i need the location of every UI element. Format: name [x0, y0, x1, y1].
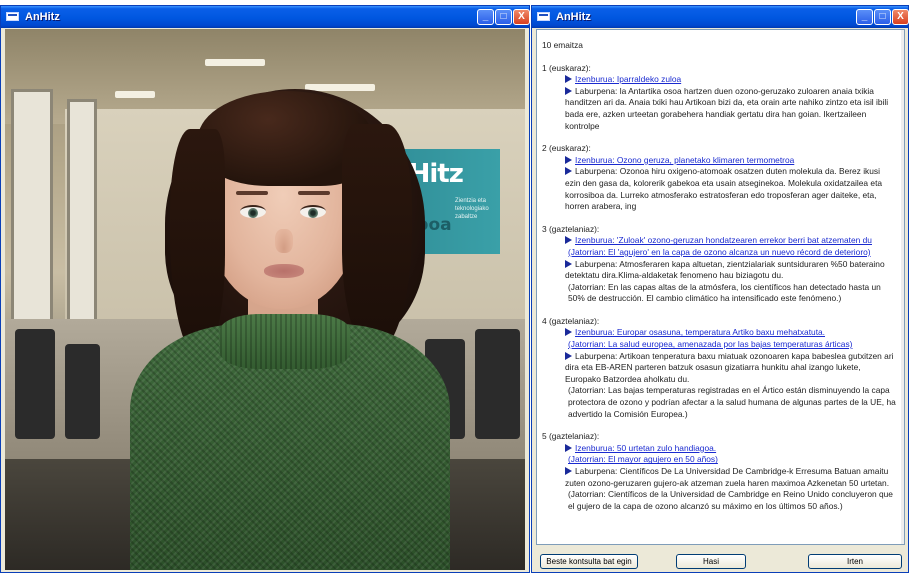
- room-window: [67, 99, 97, 329]
- maximize-button[interactable]: □: [495, 9, 512, 25]
- avatar-character: [130, 69, 450, 570]
- ceiling-light: [205, 59, 265, 66]
- new-query-button[interactable]: Beste kontsulta bat egin: [540, 554, 638, 569]
- result-heading: 4 (gaztelaniaz):: [542, 315, 600, 326]
- result-summary-original: (Jatorrian: Científicos de la Universida…: [568, 489, 893, 511]
- result-summary-original: (Jatorrian: Las bajas temperaturas regis…: [568, 385, 896, 419]
- window-app-icon: [6, 12, 19, 21]
- result-summary-original: (Jatorrian: En las capas altas de la atm…: [568, 281, 881, 304]
- result-summary: Laburpena: Ozonoa hiru oxigeno-atomoak o…: [565, 166, 883, 212]
- bullet-triangle-icon: [565, 328, 572, 337]
- result-title-link[interactable]: Izenburua: Europar osasuna, temperatura …: [575, 327, 825, 337]
- result-item: 5 (gaztelaniaz): Izenburua: 50 urtetan z…: [542, 431, 897, 512]
- result-heading: 1 (euskaraz):: [542, 62, 591, 73]
- bullet-triangle-icon: [565, 86, 572, 95]
- close-button[interactable]: X: [513, 9, 530, 25]
- avatar-nose: [275, 229, 293, 253]
- result-summary: Laburpena: Artikoan tenperatura baxu mia…: [565, 350, 894, 384]
- results-window-title: AnHitz: [556, 11, 591, 23]
- avatar-left-eye: [240, 205, 266, 218]
- result-title-link[interactable]: Izenburua: Iparraldeko zuloa: [575, 74, 681, 84]
- result-heading: 2 (euskaraz):: [542, 143, 591, 154]
- bullet-triangle-icon: [565, 155, 572, 164]
- result-item: 2 (euskaraz): Izenburua: Ozono geruza, p…: [542, 143, 897, 213]
- bullet-triangle-icon: [565, 75, 572, 84]
- avatar-3d-viewport[interactable]: AnHitz Zientzia eta teknologiako zabaltz…: [5, 29, 525, 570]
- chair: [65, 344, 100, 439]
- result-summary: Laburpena: Científicos De La Universidad…: [565, 466, 890, 488]
- room-window: [11, 89, 53, 349]
- result-title-original-link[interactable]: (Jatorrian: La salud europea, amenazada …: [568, 339, 852, 349]
- result-item: 3 (gaztelaniaz): Izenburua: 'Zuloak' ozo…: [542, 224, 897, 305]
- avatar-collar: [220, 314, 350, 369]
- minimize-button[interactable]: _: [477, 9, 494, 25]
- result-title-link[interactable]: Izenburua: 'Zuloak' ozono-geruzan hondat…: [575, 235, 872, 245]
- result-heading: 3 (gaztelaniaz):: [542, 223, 600, 234]
- result-title-link[interactable]: Izenburua: Ozono geruza, planetako klima…: [575, 155, 794, 165]
- avatar-left-brow: [236, 191, 268, 195]
- result-heading: 5 (gaztelaniaz):: [542, 431, 600, 442]
- chair: [15, 329, 55, 439]
- results-window-titlebar[interactable]: AnHitz _ □ X: [532, 6, 909, 28]
- result-title-link[interactable]: Izenburua: 50 urtetan zulo handiagoa.: [575, 443, 716, 453]
- bullet-triangle-icon: [565, 259, 572, 268]
- window-app-icon: [537, 12, 550, 21]
- maximize-button[interactable]: □: [874, 9, 891, 25]
- bullet-triangle-icon: [565, 167, 572, 176]
- bullet-triangle-icon: [565, 467, 572, 475]
- bullet-triangle-icon: [565, 236, 572, 245]
- results-panel[interactable]: 10 emaitza 1 (euskaraz): Izenburua: Ipar…: [536, 29, 905, 545]
- result-title-original-link[interactable]: (Jatorrian: El mayor agujero en 50 años): [568, 454, 718, 464]
- results-count: 10 emaitza: [542, 40, 583, 50]
- bullet-triangle-icon: [565, 443, 572, 452]
- avatar-window: AnHitz _ □ X AnHitz Zientzia eta teknolo…: [0, 5, 530, 573]
- results-scrollbar[interactable]: [901, 30, 904, 544]
- close-button[interactable]: X: [892, 9, 909, 25]
- result-item: 4 (gaztelaniaz): Izenburua: Europar osas…: [542, 316, 897, 420]
- avatar-window-titlebar[interactable]: AnHitz _ □ X: [1, 6, 530, 28]
- chair: [475, 329, 520, 439]
- avatar-right-brow: [298, 191, 330, 195]
- result-item: 1 (euskaraz): Izenburua: Iparraldeko zul…: [542, 63, 897, 133]
- minimize-button[interactable]: _: [856, 9, 873, 25]
- result-summary: Laburpena: la Antartika osoa hartzen due…: [565, 85, 889, 131]
- avatar-window-title: AnHitz: [25, 11, 60, 23]
- result-title-original-link[interactable]: (Jatorrian: El 'agujero' en la capa de o…: [568, 247, 871, 257]
- avatar-hair-left: [170, 129, 225, 359]
- results-window: AnHitz _ □ X 10 emaitza 1 (euskaraz): Iz…: [531, 5, 909, 573]
- results-list: 10 emaitza 1 (euskaraz): Izenburua: Ipar…: [542, 40, 897, 523]
- result-summary: Laburpena: Atmosferaren kapa altuetan, z…: [565, 258, 885, 281]
- bullet-triangle-icon: [565, 351, 572, 360]
- start-button[interactable]: Hasi: [676, 554, 746, 569]
- avatar-mouth: [264, 264, 304, 278]
- avatar-hair-right: [342, 124, 412, 354]
- exit-button[interactable]: Irten: [808, 554, 902, 569]
- poster-subtitle: Zientzia eta teknologiako zabaltze: [455, 198, 489, 220]
- avatar-right-eye: [300, 205, 326, 218]
